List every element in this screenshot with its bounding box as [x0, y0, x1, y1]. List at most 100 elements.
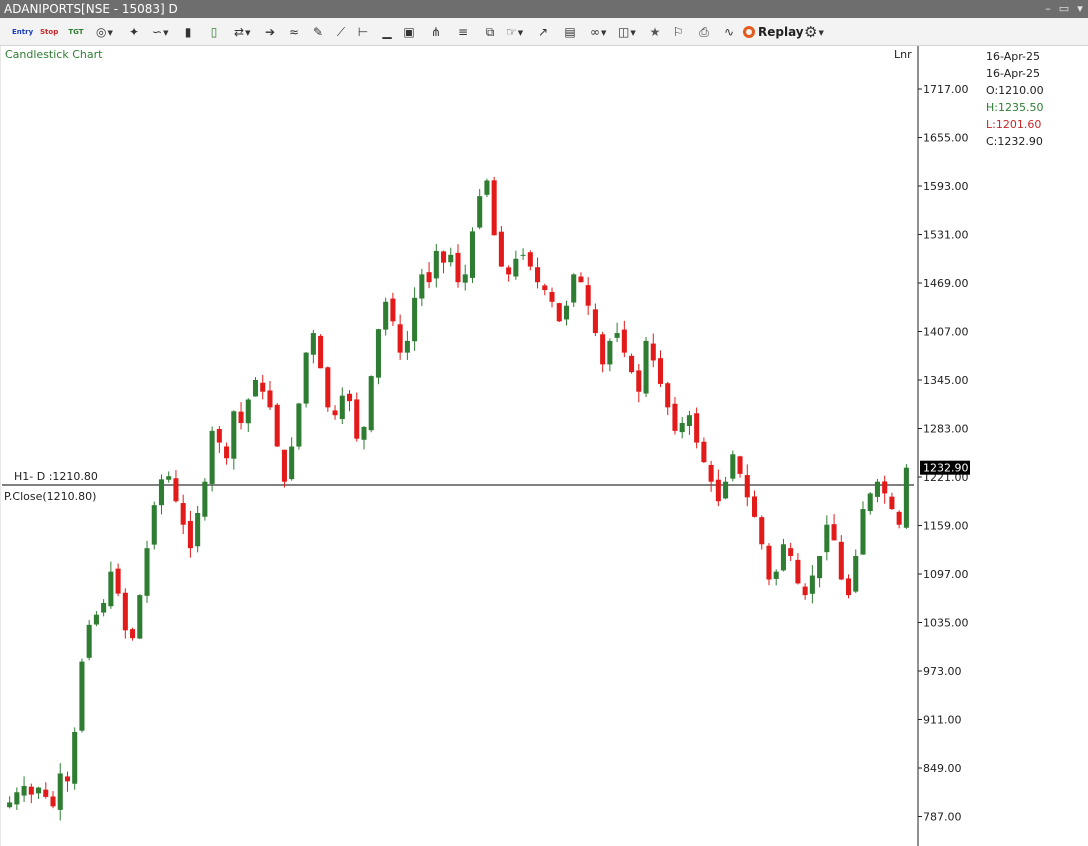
- price-tick-label: 1159.00: [923, 520, 969, 533]
- candle-body: [831, 524, 837, 541]
- restore-icon[interactable]: ▭: [1056, 0, 1072, 18]
- candle-body: [57, 773, 63, 810]
- candle-body: [166, 476, 172, 480]
- candle-body: [556, 303, 562, 322]
- price-tick-label: 1345.00: [923, 374, 969, 387]
- price-tick-label: 1097.00: [923, 568, 969, 581]
- pencil-icon[interactable]: ✎: [310, 22, 326, 42]
- indicator-icon[interactable]: ∽▼: [152, 22, 168, 42]
- line-chart-icon[interactable]: ∿: [721, 22, 737, 42]
- info-date-secondary: 16-Apr-25: [986, 67, 1041, 80]
- menu-chevron-icon[interactable]: ▾: [1072, 0, 1088, 18]
- candle-body: [144, 548, 150, 596]
- layout-icon[interactable]: ◫▼: [618, 22, 636, 42]
- replay-label: Replay: [758, 25, 804, 39]
- trend-line-icon[interactable]: ⟋: [333, 22, 349, 42]
- candle-body: [21, 785, 27, 796]
- candle-body: [542, 285, 548, 291]
- candle-body: [491, 180, 497, 236]
- candle-body: [281, 449, 287, 482]
- candle-body: [853, 556, 859, 592]
- candle-body: [809, 575, 815, 594]
- wave-icon[interactable]: ≈: [286, 22, 302, 42]
- volume-bars-icon[interactable]: ▁: [379, 22, 395, 42]
- price-tick-label: 1469.00: [923, 277, 969, 290]
- price-tick-label: 1283.00: [923, 423, 969, 436]
- candle-body: [600, 334, 606, 365]
- candle-body: [354, 399, 360, 439]
- candle-body: [361, 426, 367, 440]
- candle-body: [202, 481, 208, 517]
- candle-body: [346, 393, 353, 402]
- cursor-icon[interactable]: ➔: [262, 22, 278, 42]
- replay-icon: [743, 26, 755, 38]
- candle-body: [903, 467, 909, 528]
- entry-button[interactable]: Entry: [12, 22, 33, 42]
- link-icon[interactable]: ∞▼: [590, 22, 606, 42]
- pin-icon[interactable]: ✦: [126, 22, 142, 42]
- candle-body: [874, 481, 880, 497]
- candle-body: [93, 614, 99, 625]
- fork-icon[interactable]: ⋔: [428, 22, 444, 42]
- candle-body: [513, 258, 519, 277]
- candle-body: [187, 521, 193, 549]
- candle-body: [621, 329, 627, 353]
- candle-body: [737, 456, 743, 474]
- candle-body: [260, 382, 266, 392]
- settings-gear-icon[interactable]: ⚙▼: [804, 22, 824, 42]
- chart-area[interactable]: 1717.00 1655.00 1593.00 1531.00 1469.00 1407.…: [0, 46, 1088, 846]
- candle-body: [195, 512, 201, 547]
- clipboard-icon[interactable]: ⎙: [696, 22, 712, 42]
- candle-body: [36, 787, 42, 794]
- star-icon[interactable]: ★: [647, 22, 663, 42]
- previous-close-label: P.Close(1210.80): [4, 490, 97, 503]
- candle-body: [274, 404, 280, 447]
- chart-compare-icon[interactable]: ↗: [535, 22, 551, 42]
- candle-body: [216, 428, 222, 443]
- candlestick-chart: 1717.00 1655.00 1593.00 1531.00 1469.00 1407.…: [0, 46, 970, 846]
- candle-body: [520, 254, 526, 256]
- candle-body: [375, 329, 381, 378]
- ruler-icon[interactable]: ⧉: [482, 22, 498, 42]
- candle-body: [535, 267, 541, 283]
- zoom-icon[interactable]: ⇄▼: [234, 22, 250, 42]
- box-icon[interactable]: ▣: [401, 22, 417, 42]
- candle-body: [231, 411, 237, 459]
- candle-body: [390, 298, 396, 322]
- document-icon[interactable]: ▤: [562, 22, 578, 42]
- candle-body: [332, 410, 338, 416]
- candle-body: [318, 335, 324, 369]
- horizontal-line-icon[interactable]: ⊢: [355, 22, 371, 42]
- candle-body: [368, 376, 374, 431]
- scale-mode-toggle[interactable]: Lnr: [894, 48, 912, 61]
- minimize-icon[interactable]: –: [1040, 0, 1056, 18]
- candle-body: [245, 399, 251, 424]
- price-tick-label: 1407.00: [923, 326, 969, 339]
- parallel-lines-icon[interactable]: ≡: [455, 22, 471, 42]
- candle-body: [14, 792, 20, 805]
- target-button[interactable]: TGT: [68, 22, 84, 42]
- candle-body: [780, 544, 786, 571]
- price-tick-label: 1035.00: [923, 617, 969, 630]
- price-tick-label: 1717.00: [923, 83, 969, 96]
- candles-icon[interactable]: ▯: [206, 22, 222, 42]
- candle-body: [383, 301, 389, 330]
- candle-body: [867, 493, 873, 512]
- hand-icon[interactable]: ☞▼: [506, 22, 523, 42]
- candle-body: [325, 367, 331, 408]
- candle-body: [723, 481, 729, 499]
- candle-body: [173, 478, 179, 502]
- price-tick-label: 1531.00: [923, 229, 969, 242]
- alarm-icon[interactable]: ⚐: [670, 22, 686, 42]
- price-tick-label: 911.00: [923, 714, 962, 727]
- crosshair-icon[interactable]: ◎▼: [96, 22, 113, 42]
- candle-body: [527, 252, 533, 267]
- price-tick-label: 973.00: [923, 665, 962, 678]
- candle-body: [469, 231, 475, 278]
- bar-chart-icon[interactable]: ▮: [180, 22, 196, 42]
- candle-body: [795, 559, 801, 584]
- stop-button[interactable]: Stop: [40, 22, 58, 42]
- candle-body: [549, 291, 555, 302]
- candle-body: [686, 415, 692, 426]
- replay-button[interactable]: Replay: [743, 22, 804, 42]
